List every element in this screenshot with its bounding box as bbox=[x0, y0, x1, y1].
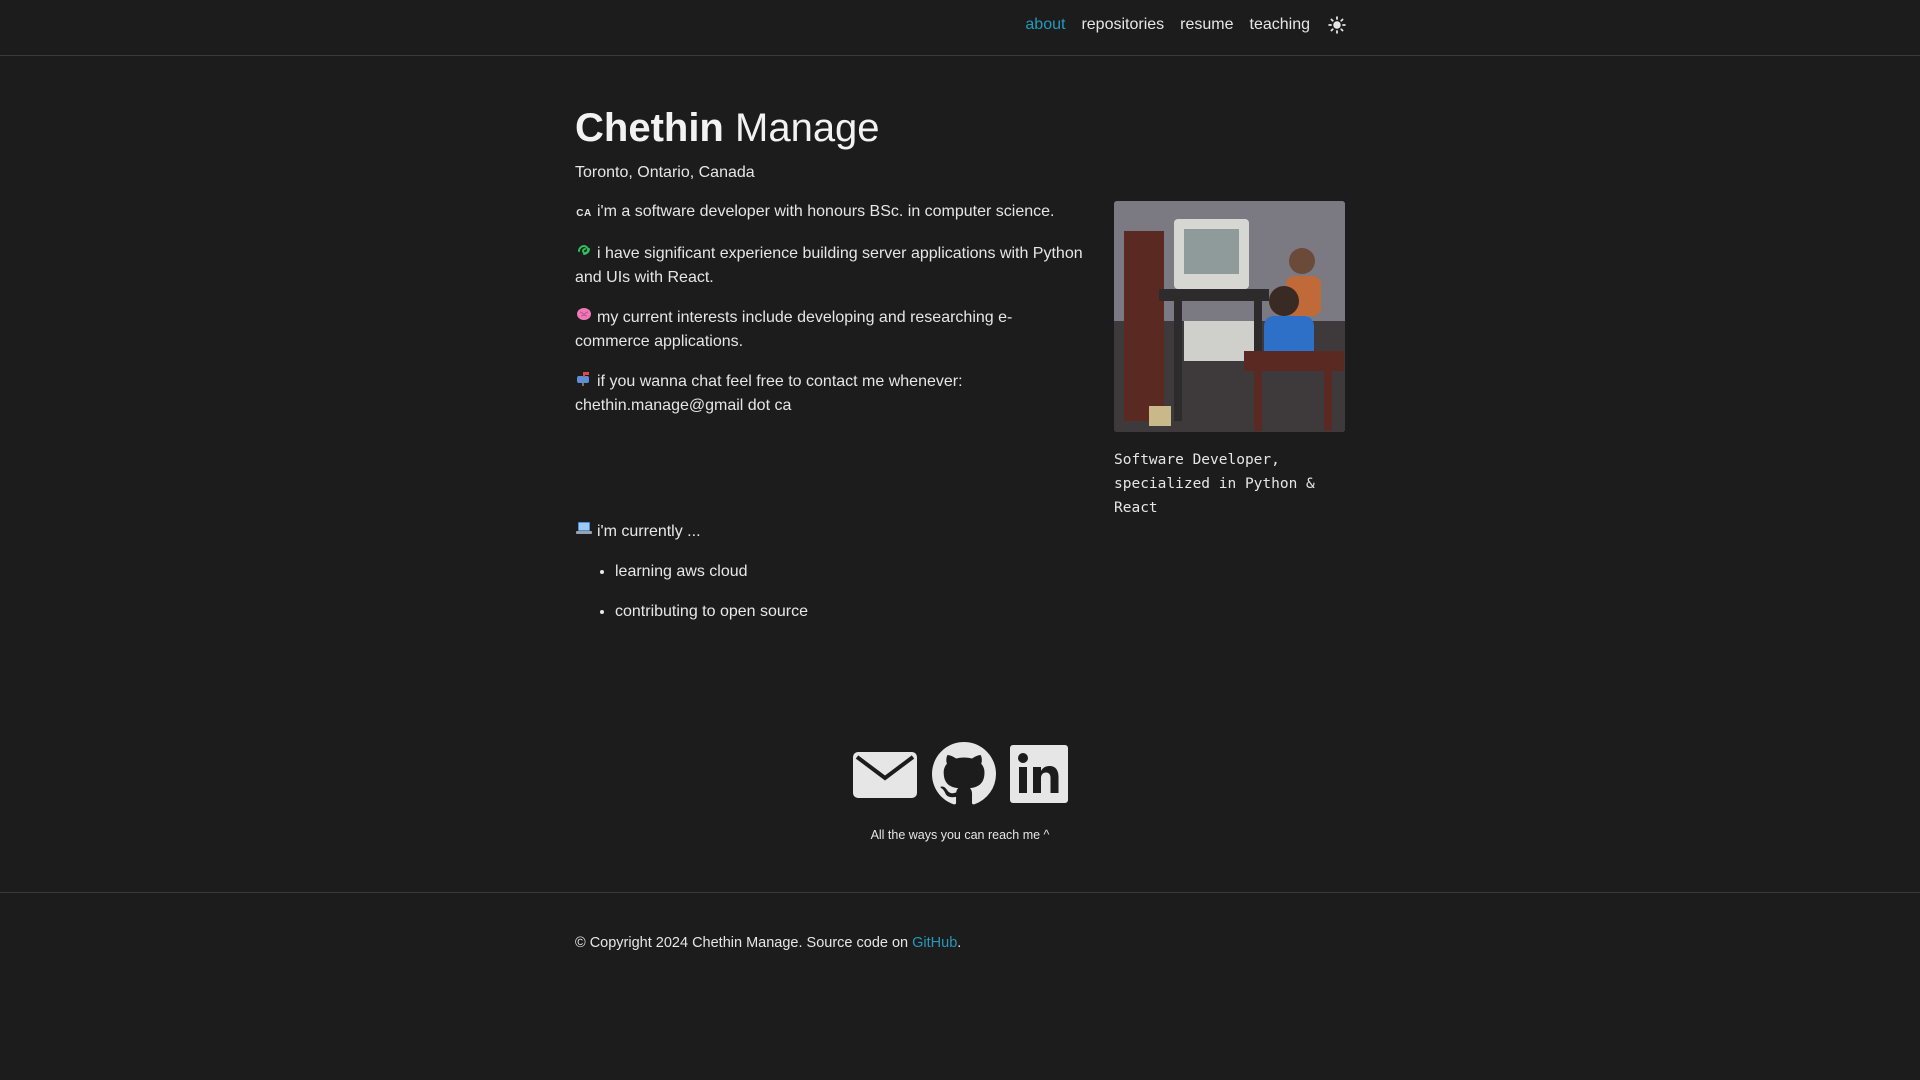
bio-text: my current interests include developing … bbox=[575, 309, 1013, 350]
profile-photo bbox=[1114, 201, 1345, 432]
bio-item: CA i'm a software developer with honours … bbox=[575, 200, 1085, 226]
currently-heading-row: i'm currently ... bbox=[575, 520, 808, 544]
currently-list: learning aws cloud contributing to open … bbox=[575, 560, 808, 624]
currently-section: i'm currently ... learning aws cloud con… bbox=[575, 520, 808, 640]
social-caption: All the ways you can reach me ^ bbox=[870, 828, 1050, 842]
main-content: Chethin Manage Toronto, Ontario, Canada … bbox=[575, 100, 1345, 620]
bio: CA i'm a software developer with honours … bbox=[575, 200, 1085, 434]
nav-item-resume[interactable]: resume bbox=[1180, 16, 1233, 34]
brain-icon bbox=[575, 306, 593, 330]
mailbox-icon bbox=[575, 370, 593, 394]
laptop-icon bbox=[575, 520, 593, 544]
nav-item-about[interactable]: about bbox=[1025, 16, 1065, 34]
page-title: Chethin Manage bbox=[575, 100, 1345, 156]
currently-heading: i'm currently ... bbox=[597, 523, 701, 540]
ca-flag-icon: CA bbox=[576, 208, 592, 219]
bio-text: if you wanna chat feel free to contact m… bbox=[575, 373, 963, 414]
social-icons bbox=[0, 742, 1920, 806]
copyright-text: © Copyright 2024 Chethin Manage. Source … bbox=[575, 935, 913, 951]
last-name: Manage bbox=[735, 106, 880, 150]
linkedin-icon[interactable] bbox=[1010, 745, 1068, 803]
profile-card: Software Developer, specialized in Pytho… bbox=[1114, 201, 1345, 520]
bio-text: i'm a software developer with honours BS… bbox=[597, 203, 1055, 220]
nav-item-teaching[interactable]: teaching bbox=[1250, 16, 1311, 34]
envelope-icon[interactable] bbox=[852, 748, 918, 800]
sun-icon[interactable] bbox=[1328, 16, 1346, 34]
nav-links: about repositories resume teaching bbox=[1025, 16, 1346, 34]
github-icon[interactable] bbox=[932, 742, 996, 806]
footer: © Copyright 2024 Chethin Manage. Source … bbox=[0, 892, 1920, 1080]
footer-period: . bbox=[957, 935, 962, 951]
profile-caption: Software Developer, specialized in Pytho… bbox=[1114, 452, 1315, 516]
navbar: about repositories resume teaching bbox=[0, 0, 1920, 56]
social-section: All the ways you can reach me ^ bbox=[0, 742, 1920, 842]
list-item: contributing to open source bbox=[615, 600, 808, 624]
list-item: learning aws cloud bbox=[615, 560, 808, 584]
location: Toronto, Ontario, Canada bbox=[575, 164, 755, 181]
bio-text: i have significant experience building s… bbox=[575, 245, 1083, 286]
loop-icon bbox=[575, 242, 593, 266]
github-link[interactable]: GitHub bbox=[912, 935, 957, 951]
bio-item: my current interests include developing … bbox=[575, 306, 1085, 354]
footer-text: © Copyright 2024 Chethin Manage. Source … bbox=[575, 935, 961, 951]
nav-item-repositories[interactable]: repositories bbox=[1081, 16, 1164, 34]
bio-item: i have significant experience building s… bbox=[575, 242, 1085, 290]
first-name: Chethin bbox=[575, 106, 724, 150]
bio-item: if you wanna chat feel free to contact m… bbox=[575, 370, 1085, 418]
